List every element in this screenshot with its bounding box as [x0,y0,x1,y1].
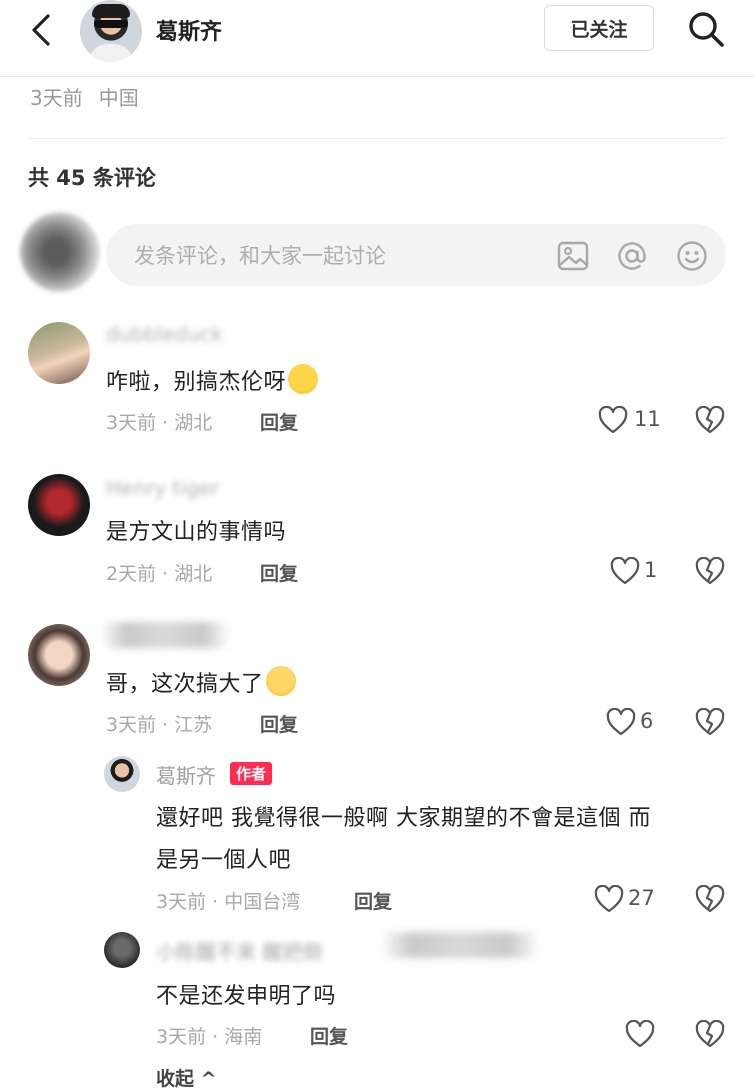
following-button[interactable]: 已关注 [544,5,654,51]
redacted-name [100,622,230,648]
like-icon[interactable] [625,1020,655,1048]
comment-meta: 2天前 · 湖北 [106,563,213,585]
reply-meta: 3天前 · 海南 [156,1026,263,1048]
dislike-icon[interactable] [695,885,725,913]
reply-text: 不是还发申明了吗 [156,984,337,1009]
like-count: 6 [640,709,654,733]
post-meta: 3天前 中国 [30,82,155,111]
dislike-icon[interactable] [695,1020,725,1048]
like-icon[interactable] [598,406,628,434]
like-count: 1 [644,558,658,582]
collapse-button[interactable]: 收起 ^ [156,1064,217,1091]
commenter-name[interactable]: Henry tiger [106,476,219,500]
reply-text-line-2: 是另一個人吧 [156,848,292,873]
comment-text-content: 咋啦，别搞杰伦呀 [106,370,287,395]
reply-author-name[interactable]: 葛斯齐 [156,760,216,789]
commenter-name[interactable]: dubbleduck [106,322,223,346]
image-icon[interactable] [557,240,589,272]
comments-count: 共 45 条评论 [28,166,156,190]
mention-icon[interactable] [616,240,648,272]
crying-emoji-icon [288,364,319,394]
dislike-icon[interactable] [695,557,725,585]
comment-text: 咋啦，别搞杰伦呀 [106,364,319,396]
author-avatar[interactable] [80,0,142,62]
redacted-name [380,932,540,958]
reply-button[interactable]: 回复 [260,559,298,586]
comment-input-placeholder[interactable]: 发条评论，和大家一起讨论 [134,240,386,270]
author-reply-avatar[interactable] [104,756,140,792]
commenter-avatar[interactable] [28,322,90,384]
reply-button[interactable]: 回复 [354,887,392,914]
comment-text: 是方文山的事情吗 [106,520,287,545]
dislike-icon[interactable] [695,406,725,434]
comment-meta: 3天前 · 江苏 [106,714,213,736]
like-icon[interactable] [594,885,624,913]
reply-text-line-1: 還好吧 我覺得很一般啊 大家期望的不會是這個 而 [156,806,651,831]
comment-meta: 3天前 · 湖北 [106,412,213,434]
collapse-label[interactable]: 收起 [156,1068,194,1090]
my-avatar [20,212,100,292]
post-location: 中国 [98,86,139,110]
speechless-emoji-icon [265,666,296,696]
reply-user-name[interactable]: 小陈醒不来 醒把倒 [156,936,322,965]
post-time: 3天前 [30,86,83,110]
commenter-avatar[interactable] [28,474,90,536]
commenter-avatar[interactable] [28,624,90,686]
author-badge: 作者 [230,762,273,785]
like-icon[interactable] [606,708,636,736]
reply-button[interactable]: 回复 [260,408,298,435]
back-arrow-icon[interactable] [28,12,56,48]
author-name[interactable]: 葛斯齐 [156,14,222,46]
search-icon[interactable] [686,9,726,49]
comment-text-content: 哥，这次搞大了 [106,672,264,697]
dislike-icon[interactable] [695,708,725,736]
emoji-icon[interactable] [676,240,708,272]
like-count: 27 [628,886,655,910]
reply-avatar[interactable] [104,932,140,968]
reply-button[interactable]: 回复 [310,1022,348,1049]
comment-text: 哥，这次搞大了 [106,666,296,698]
reply-meta: 3天前 · 中国台湾 [156,891,301,913]
like-icon[interactable] [610,557,640,585]
divider [28,138,726,139]
reply-button[interactable]: 回复 [260,710,298,737]
like-count: 11 [634,407,661,431]
chevron-up-icon: ^ [194,1068,217,1090]
